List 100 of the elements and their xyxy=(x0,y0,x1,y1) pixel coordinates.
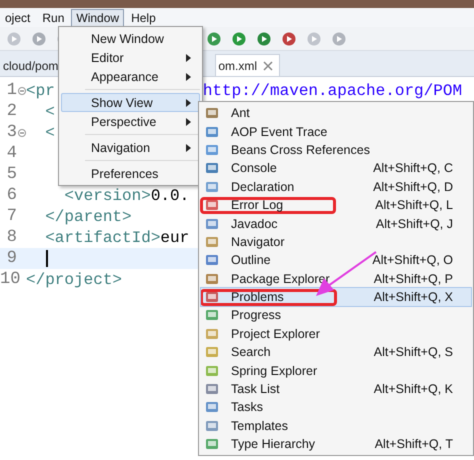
menu-item[interactable]: Search Alt+Shift+Q, S xyxy=(201,343,471,362)
view-icon xyxy=(205,272,219,286)
code-text: 0.0. xyxy=(150,186,190,204)
menu-item[interactable]: Window xyxy=(71,8,124,26)
menu-item-label: Beans Cross References xyxy=(231,142,370,157)
code-text: http://maven.apache.org/POM xyxy=(202,82,462,100)
toolbar-icon[interactable] xyxy=(281,30,297,46)
view-icon xyxy=(205,216,219,231)
menu-item[interactable]: Navigator xyxy=(201,232,471,252)
code-text: < xyxy=(44,124,55,142)
menu-item-label: Package Explorer xyxy=(231,272,330,286)
line-number: 7 xyxy=(6,207,17,226)
code-text: < xyxy=(44,102,55,120)
line-number: 6 xyxy=(6,186,17,205)
menu-item[interactable]: Package Explorer Alt+Shift+Q, P xyxy=(201,270,471,288)
view-icon xyxy=(205,290,219,304)
menu-item[interactable]: Beans Cross References xyxy=(201,140,471,160)
menu-item[interactable]: Project Explorer xyxy=(201,324,471,344)
view-icon xyxy=(205,234,219,249)
menu-item[interactable]: Outline Alt+Shift+Q, O xyxy=(201,251,471,270)
code-text: eur xyxy=(160,228,190,246)
menu-item-label: Tasks xyxy=(231,400,263,414)
shortcut-text: Alt+Shift+Q, S xyxy=(374,345,453,360)
menu-item-label: Declaration xyxy=(231,180,294,194)
menu-item[interactable]: Templates xyxy=(201,416,471,436)
line-number: 3 xyxy=(6,123,17,142)
line-number: 5 xyxy=(6,165,17,184)
menu-item[interactable]: Help xyxy=(126,8,161,26)
view-icon xyxy=(205,345,219,360)
view-icon xyxy=(205,326,219,341)
menu-item[interactable]: Declaration Alt+Shift+Q, D xyxy=(201,178,471,196)
shortcut-text: Alt+Shift+Q, P xyxy=(374,272,453,286)
menu-item-label: Project Explorer xyxy=(231,326,320,341)
menu-item[interactable]: Error Log Alt+Shift+Q, L xyxy=(201,196,471,214)
view-icon xyxy=(205,106,219,120)
view-icon xyxy=(205,437,219,452)
shortcut-text: Alt+Shift+Q, T xyxy=(374,437,453,452)
view-icon xyxy=(205,308,219,322)
line-number: 1 xyxy=(6,81,17,100)
menu-item-label: Javadoc xyxy=(231,216,278,231)
menu-item-label: Task List xyxy=(231,382,280,396)
toolbar-icon[interactable] xyxy=(231,30,247,46)
view-icon xyxy=(205,382,219,396)
menu-item[interactable]: Progress xyxy=(201,306,471,325)
shortcut-text: Alt+Shift+Q, J xyxy=(376,216,453,231)
menu-item[interactable]: Perspective xyxy=(61,112,200,131)
code-text: <version> xyxy=(63,186,151,204)
shortcut-text: Alt+Shift+Q, K xyxy=(374,382,453,396)
code-text: </project> xyxy=(26,270,122,288)
menu-item-label: Navigator xyxy=(231,234,284,249)
menu-item-label: Spring Explorer xyxy=(231,364,318,378)
fold-icon[interactable] xyxy=(18,128,26,136)
menu-item[interactable]: Problems Alt+Shift+Q, X xyxy=(201,288,471,306)
shortcut-text: Alt+Shift+Q, L xyxy=(375,198,453,212)
menu-item[interactable]: New Window xyxy=(61,29,200,48)
line-number: 8 xyxy=(6,228,17,247)
menu-item[interactable]: oject xyxy=(0,8,36,26)
menu-item-label: Search xyxy=(231,345,271,360)
menu-item-label: Templates xyxy=(231,418,288,433)
menu-item[interactable]: Task List Alt+Shift+Q, K xyxy=(201,380,471,398)
menu-item[interactable]: Type Hierarchy Alt+Shift+Q, T xyxy=(201,435,471,454)
code-text: </parent> xyxy=(44,208,132,226)
menu-item[interactable]: Javadoc Alt+Shift+Q, J xyxy=(201,214,471,233)
text-cursor xyxy=(46,250,48,267)
menu-item-label: Console xyxy=(231,161,277,176)
view-icon xyxy=(205,400,219,414)
code-text: <artifactId> xyxy=(44,228,160,246)
close-icon[interactable] xyxy=(263,60,274,70)
menu-item[interactable]: Console Alt+Shift+Q, C xyxy=(201,159,471,178)
menu-item[interactable]: Spring Explorer xyxy=(201,361,471,380)
toolbar-icon[interactable] xyxy=(256,30,272,46)
view-icon xyxy=(205,364,219,378)
shortcut-text: Alt+Shift+Q, D xyxy=(373,180,453,194)
view-icon xyxy=(205,142,219,157)
code-text: <pr xyxy=(26,82,55,100)
menu-item-label: Problems xyxy=(231,290,284,304)
editor-tab[interactable]: om.xml xyxy=(215,54,280,76)
view-icon xyxy=(205,418,219,433)
line-number: 10 xyxy=(0,270,17,289)
menu-item-label: Progress xyxy=(231,308,282,322)
line-number: 4 xyxy=(6,144,17,163)
menu-item-label: Ant xyxy=(231,106,250,120)
fold-icon[interactable] xyxy=(18,86,26,94)
toolbar-icon[interactable] xyxy=(31,30,47,46)
menu-item[interactable]: Run xyxy=(37,8,70,26)
line-number: 2 xyxy=(6,102,17,121)
menu-item-label: Outline xyxy=(231,253,271,268)
toolbar-icon[interactable] xyxy=(206,30,222,46)
menu-item-label: AOP Event Trace xyxy=(231,124,328,139)
shortcut-text: Alt+Shift+Q, X xyxy=(374,290,453,304)
menu-item[interactable]: Tasks xyxy=(201,398,471,417)
menu-item-label: Type Hierarchy xyxy=(231,437,316,452)
menu-item[interactable]: Navigation xyxy=(61,138,200,157)
menu-item[interactable]: AOP Event Trace xyxy=(201,122,471,141)
shortcut-text: Alt+Shift+Q, C xyxy=(373,161,453,176)
menu-item[interactable]: Preferences xyxy=(61,164,200,183)
view-icon xyxy=(205,161,219,176)
menu-item[interactable]: Show View xyxy=(61,93,200,112)
view-icon xyxy=(205,124,219,139)
menu-item[interactable]: Ant xyxy=(201,104,471,122)
